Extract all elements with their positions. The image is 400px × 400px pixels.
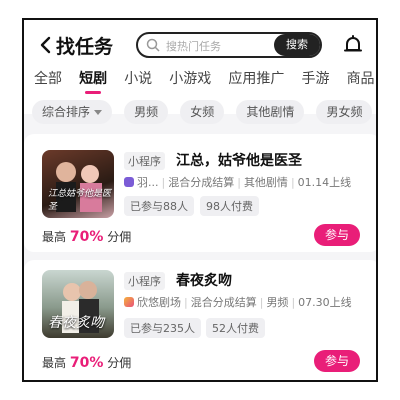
cover-caption: 江总姑爷他是医圣 — [48, 189, 112, 212]
task-card[interactable]: 春夜炙吻 小程序 春夜炙吻 欣悠剧场 | 混合分成结算 | 男频 | 07.30上线 已参与… — [24, 260, 376, 380]
page-title: 找任务 — [56, 36, 114, 58]
task-type-tag: 小程序 — [124, 152, 165, 170]
genre: 男频 — [266, 296, 289, 309]
cover-caption: 春夜炙吻 — [48, 315, 104, 331]
joined-count: 已参与235人 — [124, 318, 201, 338]
commission-prefix: 最高 — [42, 230, 67, 244]
task-meta: 欣悠剧场 | 混合分成结算 | 男频 | 07.30上线 — [124, 294, 352, 310]
filter-sort-label: 综合排序 — [42, 105, 91, 119]
tab-goods[interactable]: 商品: — [347, 68, 376, 88]
search-icon — [146, 38, 160, 52]
drama-cover: 春夜炙吻 — [42, 270, 114, 338]
back-arrow-icon[interactable] — [36, 34, 58, 56]
commission-rate: 70% — [69, 229, 104, 245]
tab-mini-game[interactable]: 小游戏 — [169, 68, 211, 88]
device-frame: 找任务 搜热门任务 搜索 全部 短剧 小说 小游戏 应用推广 手游 商品: 综合… — [0, 0, 400, 400]
caret-down-icon — [94, 110, 103, 115]
paid-count: 98人付费 — [200, 196, 259, 216]
tab-short-drama[interactable]: 短剧 — [79, 68, 107, 94]
platform-logo-icon — [124, 177, 134, 187]
paid-count: 52人付费 — [206, 318, 265, 338]
settlement-type: 混合分成结算 — [168, 176, 235, 189]
release-date: 07.30上线 — [298, 296, 352, 309]
app-screen: 找任务 搜热门任务 搜索 全部 短剧 小说 小游戏 应用推广 手游 商品: 综合… — [22, 18, 378, 382]
join-button[interactable]: 参与 — [314, 224, 360, 246]
tab-all[interactable]: 全部 — [34, 68, 62, 88]
commission-rate: 70% — [69, 355, 104, 371]
task-card[interactable]: 江总姑爷他是医圣 小程序 江总，姑爷他是医圣 羽... | 混合分成结算 | 其他剧情 |… — [24, 134, 376, 252]
commission: 最高 70% 分佣 — [42, 228, 131, 245]
filter-female[interactable]: 女频 — [180, 100, 225, 124]
task-title: 江总，姑爷他是医圣 — [176, 153, 302, 169]
filter-male[interactable]: 男频 — [124, 100, 169, 124]
drama-cover: 江总姑爷他是医圣 — [42, 150, 114, 218]
platform-logo-icon — [124, 297, 134, 307]
filter-male-female[interactable]: 男女频 — [316, 100, 373, 124]
notification-bell-icon[interactable] — [342, 34, 364, 56]
settlement-type: 混合分成结算 — [190, 296, 257, 309]
commission-prefix: 最高 — [42, 356, 67, 370]
tab-app-promotion[interactable]: 应用推广 — [228, 68, 284, 88]
task-meta: 羽... | 混合分成结算 | 其他剧情 | 01.14上线 — [124, 174, 351, 190]
search-input[interactable]: 搜热门任务 — [166, 38, 221, 54]
filter-sort[interactable]: 综合排序 — [32, 100, 113, 124]
category-tabs: 全部 短剧 小说 小游戏 应用推广 手游 商品: — [34, 68, 376, 94]
tab-novel[interactable]: 小说 — [124, 68, 152, 88]
commission-suffix: 分佣 — [107, 230, 132, 244]
tab-mobile-game[interactable]: 手游 — [301, 68, 329, 88]
release-date: 01.14上线 — [297, 176, 352, 189]
joined-count: 已参与88人 — [124, 196, 194, 216]
commission-suffix: 分佣 — [107, 356, 132, 370]
commission: 最高 70% 分佣 — [42, 354, 131, 371]
task-type-tag: 小程序 — [124, 272, 165, 290]
join-button[interactable]: 参与 — [314, 350, 360, 372]
task-title: 春夜炙吻 — [176, 273, 232, 289]
platform-name: 羽... — [137, 176, 159, 189]
genre: 其他剧情 — [243, 176, 288, 189]
filter-chips: 综合排序 男频 女频 其他剧情 男女频 都 — [32, 100, 376, 126]
filter-other-plot[interactable]: 其他剧情 — [236, 100, 305, 124]
search-bar[interactable]: 搜热门任务 搜索 — [136, 32, 322, 58]
platform-name: 欣悠剧场 — [137, 296, 181, 309]
search-button[interactable]: 搜索 — [274, 34, 320, 56]
